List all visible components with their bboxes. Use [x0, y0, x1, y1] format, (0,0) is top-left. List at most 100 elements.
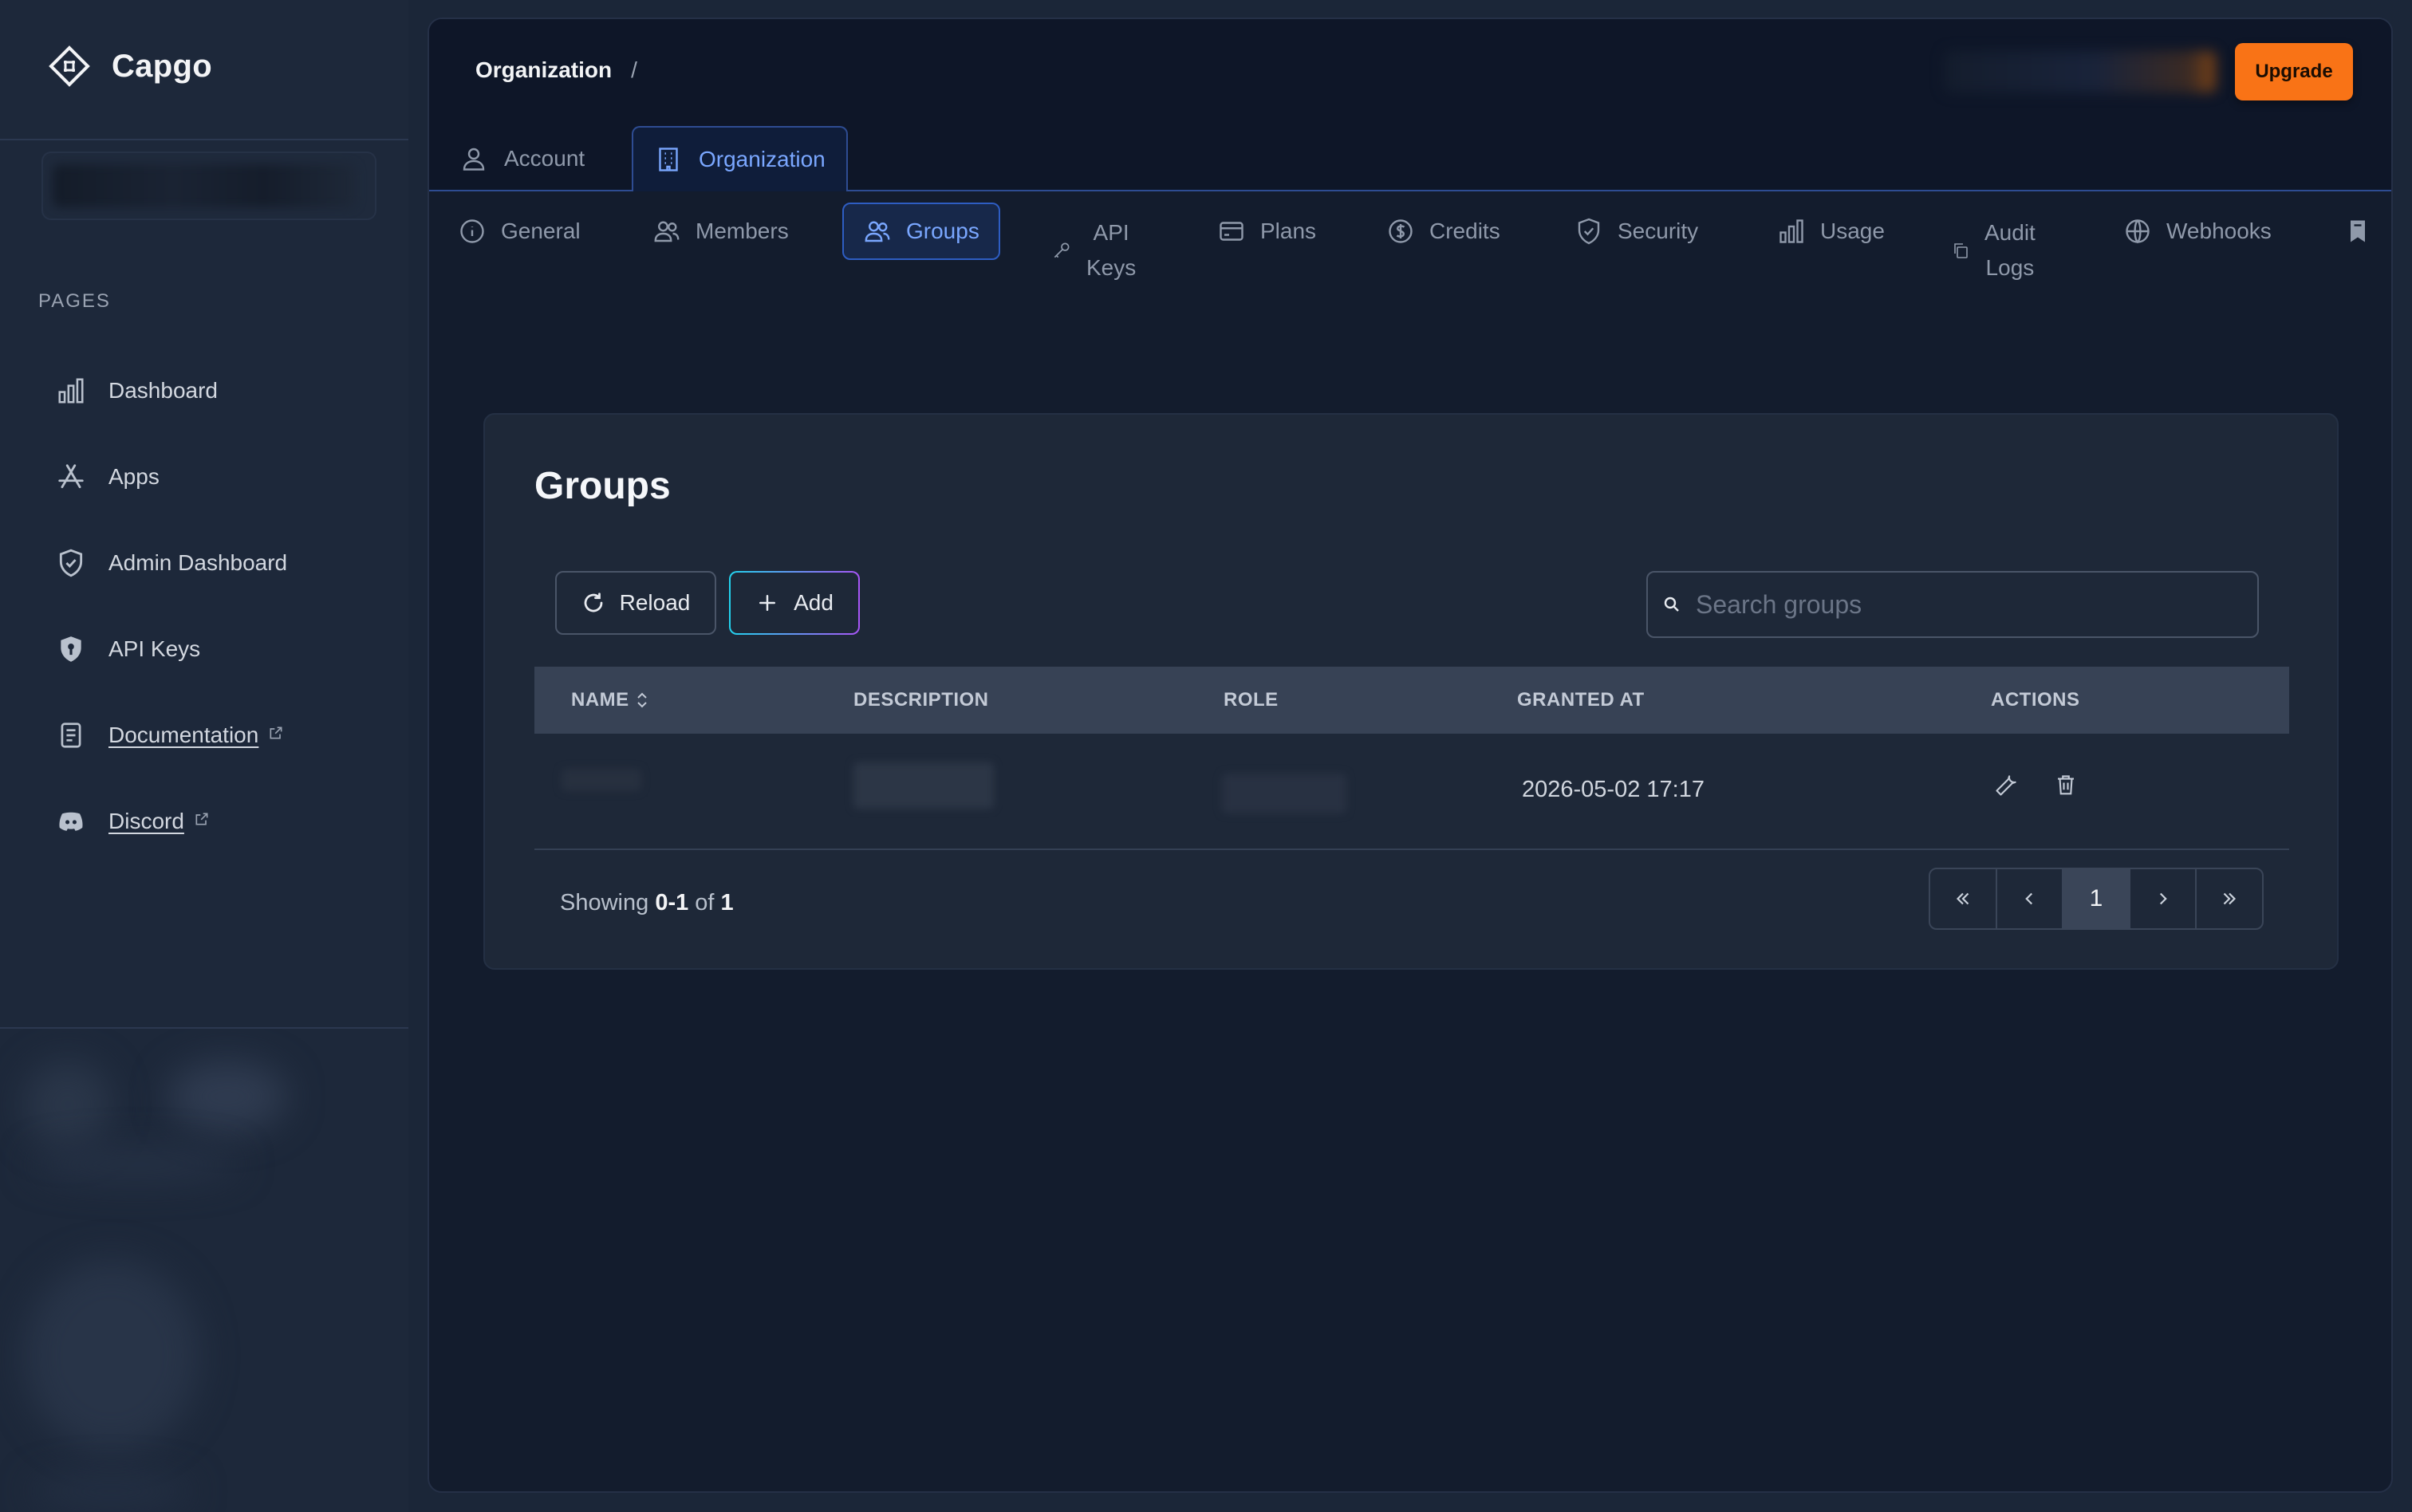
- column-name[interactable]: NAME: [571, 667, 650, 734]
- tab-account[interactable]: Account: [459, 126, 585, 191]
- users-icon: [863, 217, 892, 246]
- showing-of: of: [695, 890, 715, 915]
- chevron-right-icon: [2153, 888, 2174, 909]
- subtab-plans[interactable]: Plans: [1217, 203, 1316, 260]
- credit-card-icon: [1217, 217, 1246, 246]
- upgrade-button[interactable]: Upgrade: [2235, 43, 2353, 100]
- groups-card: Groups Reload Add NAME DESCRIPTION ROLE …: [483, 413, 2339, 970]
- subtab-label: Webhooks: [2166, 219, 2272, 243]
- reload-button[interactable]: Reload: [555, 571, 716, 635]
- column-label: NAME: [571, 689, 629, 711]
- building-icon: [654, 145, 683, 174]
- showing-prefix: Showing: [560, 890, 649, 915]
- subtab-label: Plans: [1260, 219, 1317, 243]
- info-icon: [458, 217, 487, 246]
- sidebar-item-apps[interactable]: Apps: [0, 434, 408, 520]
- pagination: 1: [1929, 868, 2264, 930]
- sidebar-item-label: API Keys: [108, 636, 201, 661]
- sidebar-item-label: Discord: [108, 809, 184, 833]
- brand-name: Capgo: [112, 48, 212, 84]
- tab-organization[interactable]: Organization: [632, 126, 848, 191]
- tab-label: Account: [504, 146, 585, 171]
- trash-icon: [2054, 773, 2078, 797]
- delete-button[interactable]: [2050, 769, 2082, 801]
- external-link-icon: [195, 813, 210, 827]
- sidebar-item-label: Dashboard: [108, 378, 218, 403]
- bookmark-icon: [2343, 217, 2372, 246]
- add-group-button[interactable]: Add: [729, 571, 860, 635]
- users-icon: [652, 217, 681, 246]
- brand[interactable]: Capgo: [48, 45, 212, 88]
- table-row: 2026-05-02 17:17: [534, 734, 2289, 850]
- subtab-members[interactable]: Members: [652, 203, 789, 260]
- tab-label: Organization: [699, 147, 826, 171]
- sidebar-item-dashboard[interactable]: Dashboard: [0, 348, 408, 434]
- discord-icon: [56, 806, 86, 837]
- chevrons-left-icon: [1953, 888, 1973, 909]
- group-description-cell: [853, 762, 994, 809]
- page-title: Groups: [534, 465, 671, 507]
- subtab-label: Groups: [906, 219, 979, 243]
- organization-subtabs: General Members Groups API Keys Plans Cr…: [429, 203, 2391, 298]
- subtab-label: General: [501, 219, 581, 243]
- subtab-audit-logs[interactable]: Audit Logs: [1951, 203, 2036, 280]
- edit-button[interactable]: [1991, 769, 2023, 801]
- first-page-button[interactable]: [1930, 869, 1997, 928]
- refresh-icon: [581, 591, 605, 615]
- breadcrumb-organization[interactable]: Organization: [475, 57, 612, 83]
- column-role: ROLE: [1224, 689, 1279, 711]
- subtab-security[interactable]: Security: [1574, 203, 1698, 260]
- reload-label: Reload: [619, 590, 691, 615]
- column-actions: ACTIONS: [1991, 689, 2080, 711]
- subtab-credits[interactable]: Credits: [1386, 203, 1500, 260]
- subtab-label: Usage: [1820, 219, 1885, 243]
- subtab-webhooks[interactable]: Webhooks: [2123, 203, 2272, 260]
- globe-icon: [2123, 217, 2152, 246]
- subtab-label: Credits: [1429, 219, 1500, 243]
- granted-at-cell: 2026-05-02 17:17: [1522, 777, 1705, 802]
- subtab-groups[interactable]: Groups: [842, 203, 1000, 260]
- user-menu[interactable]: [1945, 51, 2216, 93]
- organization-selector[interactable]: [41, 152, 376, 220]
- group-role-cell: [1222, 774, 1346, 813]
- table-header: NAME DESCRIPTION ROLE GRANTED AT ACTIONS: [534, 667, 2289, 734]
- divider: [0, 139, 408, 140]
- subtab-more[interactable]: [2343, 203, 2372, 260]
- breadcrumb-separator: /: [631, 57, 637, 82]
- column-granted-at: GRANTED AT: [1517, 689, 1645, 711]
- sidebar: Capgo PAGES Dashboard Apps Admin Dashboa…: [0, 0, 408, 1512]
- key-icon: [1051, 240, 1072, 261]
- subtab-label: Audit Logs: [1984, 220, 2036, 280]
- next-page-button[interactable]: [2130, 869, 2197, 928]
- user-panel[interactable]: [0, 1029, 408, 1512]
- sidebar-item-admin-dashboard[interactable]: Admin Dashboard: [0, 520, 408, 606]
- shield-key-icon: [56, 634, 86, 664]
- search-input[interactable]: [1696, 589, 2238, 620]
- subtab-api-keys[interactable]: API Keys: [1051, 203, 1136, 280]
- subtab-general[interactable]: General: [458, 203, 581, 260]
- subtab-usage[interactable]: Usage: [1777, 203, 1885, 260]
- sidebar-item-api-keys[interactable]: API Keys: [0, 606, 408, 692]
- last-page-button[interactable]: [2197, 869, 2262, 928]
- pages-section-label: PAGES: [38, 290, 111, 312]
- external-link-icon: [270, 726, 284, 741]
- document-icon: [56, 720, 86, 750]
- sidebar-item-label: Documentation: [108, 723, 259, 747]
- search-box[interactable]: [1646, 571, 2259, 638]
- top-bar: Organization / Upgrade Account Organizat…: [429, 19, 2391, 191]
- shield-icon: [1574, 217, 1603, 246]
- copy-icon: [1951, 241, 1970, 260]
- sort-icon: [634, 690, 650, 711]
- capgo-logo-icon: [48, 45, 91, 88]
- page-button-current[interactable]: 1: [2063, 869, 2130, 928]
- previous-page-button[interactable]: [1997, 869, 2064, 928]
- breadcrumb: Organization /: [475, 57, 637, 83]
- dollar-circle-icon: [1386, 217, 1415, 246]
- showing-range: 0-1: [655, 890, 689, 915]
- sidebar-nav: Dashboard Apps Admin Dashboard API Keys …: [0, 348, 408, 864]
- sidebar-item-discord[interactable]: Discord: [0, 778, 408, 864]
- user-icon: [459, 144, 488, 173]
- column-description: DESCRIPTION: [853, 689, 989, 711]
- sidebar-item-documentation[interactable]: Documentation: [0, 692, 408, 778]
- subtab-label: Security: [1618, 219, 1699, 243]
